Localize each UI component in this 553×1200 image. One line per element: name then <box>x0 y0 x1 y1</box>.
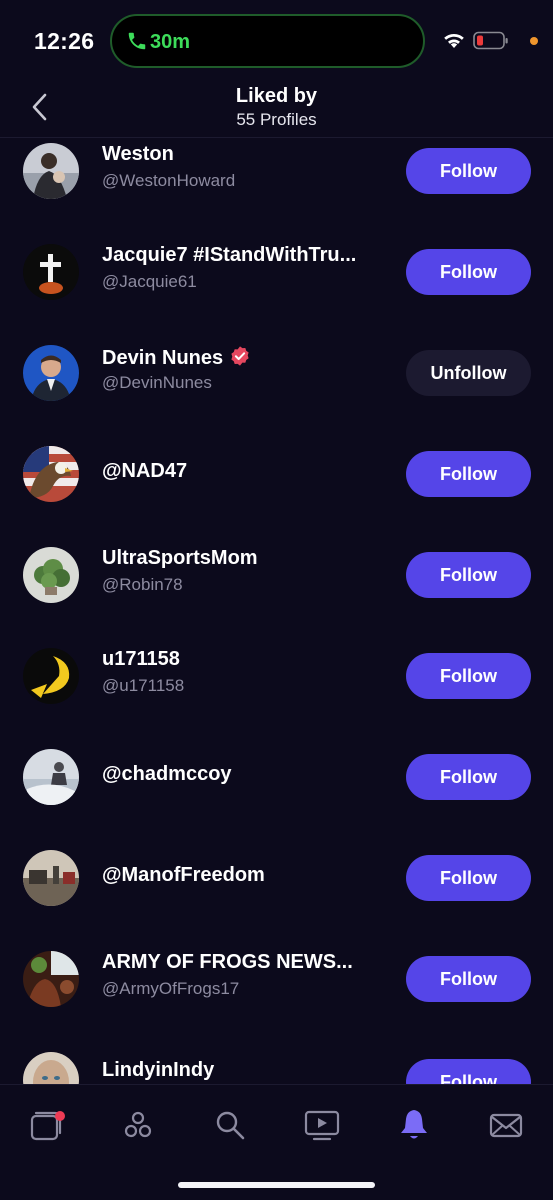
avatar[interactable] <box>23 1052 79 1084</box>
page-title: Liked by <box>235 85 318 107</box>
profile-name-text: Devin Nunes <box>102 347 224 369</box>
avatar[interactable] <box>23 143 79 199</box>
profile-count: 55 Profiles <box>236 110 317 129</box>
avatar[interactable] <box>23 244 79 300</box>
liked-by-list[interactable]: Weston @WestonHoward Follow Jacquie7 #IS… <box>0 138 553 1084</box>
follow-button[interactable]: Follow <box>406 552 531 598</box>
profile-name[interactable]: @chadmccoy <box>102 763 232 786</box>
profile-handle: @Jacquie61 <box>102 272 197 291</box>
messages-icon[interactable] <box>488 1107 524 1143</box>
follow-button[interactable]: Follow <box>406 249 531 295</box>
avatar[interactable] <box>23 547 79 603</box>
header: Liked by 55 Profiles <box>0 82 553 138</box>
status-time: 12:26 <box>34 28 95 54</box>
profile-name[interactable]: @NAD47 <box>102 460 187 483</box>
profile-row[interactable]: @ManofFreedom Follow <box>0 839 553 940</box>
follow-button[interactable]: Follow <box>406 653 531 699</box>
profile-name[interactable]: @ManofFreedom <box>102 864 265 887</box>
wifi-icon <box>444 33 464 48</box>
profile-name[interactable]: Jacquie7 #IStandWithTru... <box>102 244 356 267</box>
groups-icon[interactable] <box>120 1107 156 1143</box>
privacy-indicator-dot <box>530 37 538 45</box>
profile-row[interactable]: @NAD47 Follow <box>0 435 553 536</box>
verified-badge-icon <box>231 346 249 366</box>
avatar[interactable] <box>23 648 79 704</box>
profile-row[interactable]: Jacquie7 #IStandWithTru... @Jacquie61 Fo… <box>0 233 553 334</box>
battery-low-icon <box>473 31 508 50</box>
avatar[interactable] <box>23 345 79 401</box>
video-icon[interactable] <box>304 1107 340 1143</box>
follow-button[interactable]: Follow <box>406 1059 531 1084</box>
avatar[interactable] <box>23 749 79 805</box>
profile-handle: @Robin78 <box>102 575 183 594</box>
avatar[interactable] <box>23 850 79 906</box>
status-bar: 12:26 30m <box>0 0 553 82</box>
profile-row[interactable]: @chadmccoy Follow <box>0 738 553 839</box>
avatar[interactable] <box>23 951 79 1007</box>
profile-row[interactable]: LindyinIndy Follow <box>0 1041 553 1084</box>
profile-row[interactable]: Devin Nunes @DevinNunes Unfollow <box>0 334 553 435</box>
avatar[interactable] <box>23 446 79 502</box>
profile-name[interactable]: u171158 <box>102 648 180 671</box>
profile-handle: @WestonHoward <box>102 171 236 190</box>
profile-row[interactable]: u171158 @u171158 Follow <box>0 637 553 738</box>
profile-name[interactable]: UltraSportsMom <box>102 547 258 570</box>
follow-button[interactable]: Follow <box>406 956 531 1002</box>
home-indicator <box>178 1182 375 1188</box>
phone-icon <box>128 32 146 50</box>
profile-name[interactable]: Weston <box>102 143 174 166</box>
profile-row[interactable]: UltraSportsMom @Robin78 Follow <box>0 536 553 637</box>
profile-name[interactable]: Devin Nunes <box>102 345 251 370</box>
home-notification-badge <box>55 1111 65 1121</box>
profile-handle: @ArmyOfFrogs17 <box>102 979 240 998</box>
profile-row[interactable]: Weston @WestonHoward Follow <box>0 138 553 233</box>
follow-button[interactable]: Follow <box>406 855 531 901</box>
follow-button[interactable]: Follow <box>406 754 531 800</box>
profile-handle: @DevinNunes <box>102 373 212 392</box>
notifications-icon[interactable] <box>396 1107 432 1143</box>
profile-name[interactable]: LindyinIndy <box>102 1059 214 1082</box>
call-duration: 30m <box>150 31 191 53</box>
search-icon[interactable] <box>212 1107 248 1143</box>
profile-handle: @u171158 <box>102 676 185 695</box>
follow-button[interactable]: Follow <box>406 148 531 194</box>
unfollow-button[interactable]: Unfollow <box>406 350 531 396</box>
profile-row[interactable]: ARMY OF FROGS NEWS... @ArmyOfFrogs17 Fol… <box>0 940 553 1041</box>
follow-button[interactable]: Follow <box>406 451 531 497</box>
active-call-pill[interactable]: 30m <box>110 14 425 68</box>
profile-name[interactable]: ARMY OF FROGS NEWS... <box>102 951 353 974</box>
